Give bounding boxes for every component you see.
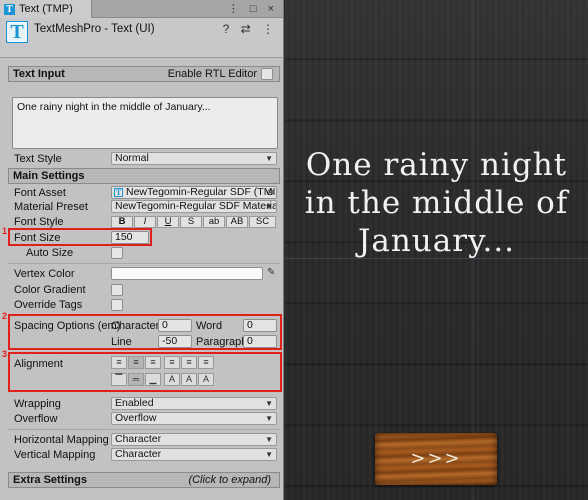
font-style-italic-button[interactable]: I	[134, 216, 156, 228]
align-top-icon[interactable]: ▔	[111, 373, 127, 386]
chevron-down-icon: ▼	[265, 399, 273, 408]
vertex-color-label: Vertex Color	[14, 268, 75, 280]
character-spacing-input[interactable]: 0	[158, 319, 192, 332]
annotation-number-3: 3	[2, 349, 8, 359]
align-center-icon[interactable]: ≡	[128, 356, 144, 369]
align-middle-icon[interactable]: ═	[128, 373, 144, 386]
font-size-input[interactable]: 150	[111, 231, 149, 244]
text-input-section-header[interactable]: Text Input Enable RTL Editor	[8, 66, 280, 82]
overflow-dropdown[interactable]: Overflow ▼	[111, 412, 277, 425]
vertical-mapping-label: Vertical Mapping	[14, 449, 96, 461]
align-capline-icon[interactable]: A	[198, 373, 214, 386]
font-style-label: Font Style	[14, 216, 64, 228]
inspector-tab[interactable]: T Text (TMP)	[0, 0, 92, 18]
component-title[interactable]: TextMeshPro - Text (UI)	[34, 23, 155, 35]
rtl-editor-checkbox[interactable]	[261, 68, 273, 80]
font-style-bold-button[interactable]: B	[111, 216, 133, 228]
color-gradient-checkbox[interactable]	[111, 284, 123, 296]
component-header: T TextMeshPro - Text (UI) ? ⇄ ⋮	[0, 18, 283, 58]
align-right-icon[interactable]: ≡	[145, 356, 161, 369]
auto-size-label: Auto Size	[26, 247, 74, 259]
overflow-label: Overflow	[14, 413, 58, 425]
font-style-uppercase-button[interactable]: AB	[226, 216, 248, 228]
window-menu-icons[interactable]: ⋮ □ ×	[228, 2, 278, 15]
font-size-label: Font Size	[14, 232, 61, 244]
align-left-icon[interactable]: ≡	[111, 356, 127, 369]
main-settings-section-header[interactable]: Main Settings	[8, 168, 280, 184]
align-flush-icon[interactable]: ≡	[181, 356, 197, 369]
extra-settings-header: Extra Settings	[13, 474, 87, 486]
font-asset-icon: T	[114, 188, 123, 197]
game-view: One rainy night in the middle of January…	[285, 0, 588, 500]
wrapping-value: Enabled	[115, 397, 154, 409]
text-style-label: Text Style	[14, 153, 62, 165]
game-story-text: One rainy night in the middle of January…	[304, 147, 569, 259]
chevron-down-icon: ▼	[265, 154, 273, 163]
align-baseline-icon[interactable]: A	[164, 373, 180, 386]
auto-size-checkbox[interactable]	[111, 247, 123, 259]
font-style-smallcaps-button[interactable]: SC	[249, 216, 276, 228]
extra-settings-section-header[interactable]: Extra Settings (Click to expand)	[8, 472, 280, 488]
spacing-options-label: Spacing Options (em)	[14, 320, 121, 332]
material-preset-label: Material Preset	[14, 201, 88, 213]
override-tags-checkbox[interactable]	[111, 299, 123, 311]
line-spacing-label: Line	[111, 336, 132, 348]
vertex-color-swatch[interactable]	[111, 267, 263, 280]
font-style-lowercase-button[interactable]: ab	[203, 216, 225, 228]
rtl-editor-label: Enable RTL Editor	[167, 68, 257, 80]
chevron-down-icon: ▼	[265, 450, 273, 459]
object-picker-icon[interactable]: ⊙	[266, 187, 274, 198]
component-tools-icons[interactable]: ? ⇄ ⋮	[223, 22, 278, 36]
material-preset-dropdown[interactable]: NewTegomin-Regular SDF Material ▼	[111, 200, 277, 213]
chevron-down-icon: ▼	[265, 414, 273, 423]
divider	[8, 263, 280, 264]
overflow-value: Overflow	[115, 412, 157, 424]
font-style-strikethrough-button[interactable]: S	[180, 216, 202, 228]
inspector-panel: T Text (TMP) ⋮ □ × T TextMeshPro - Text …	[0, 0, 284, 500]
textmeshpro-icon: T	[6, 21, 28, 43]
font-style-underline-button[interactable]: U	[157, 216, 179, 228]
material-preset-value: NewTegomin-Regular SDF Material	[115, 200, 277, 212]
vertical-mapping-value: Character	[115, 448, 162, 460]
window-tab-bar: T Text (TMP) ⋮ □ ×	[0, 0, 283, 18]
color-gradient-label: Color Gradient	[14, 284, 86, 296]
font-asset-value: NewTegomin-Regular SDF (TMI	[126, 186, 276, 198]
annotation-number-2: 2	[2, 311, 8, 321]
horizontal-mapping-value: Character	[115, 433, 162, 445]
character-spacing-label: Character	[111, 320, 160, 332]
extra-settings-hint: (Click to expand)	[188, 474, 271, 486]
word-spacing-input[interactable]: 0	[243, 319, 277, 332]
word-spacing-label: Word	[196, 320, 223, 332]
annotation-number-1: 1	[2, 226, 8, 236]
wrapping-label: Wrapping	[14, 398, 61, 410]
align-bottom-icon[interactable]: ▁	[145, 373, 161, 386]
vertical-mapping-dropdown[interactable]: Character ▼	[111, 448, 277, 461]
align-justified-icon[interactable]: ≡	[164, 356, 180, 369]
font-asset-field[interactable]: T NewTegomin-Regular SDF (TMI ⊙	[111, 186, 277, 199]
line-spacing-input[interactable]: -50	[158, 335, 192, 348]
align-geometry-center-icon[interactable]: ≡	[198, 356, 214, 369]
paragraph-spacing-input[interactable]: 0	[243, 335, 277, 348]
eyedropper-icon[interactable]: ✎	[267, 267, 275, 278]
textmeshpro-icon: T	[4, 3, 15, 15]
font-asset-label: Font Asset	[14, 187, 66, 199]
chevron-down-icon: ▼	[265, 435, 273, 444]
wrapping-dropdown[interactable]: Enabled ▼	[111, 397, 277, 410]
horizontal-mapping-label: Horizontal Mapping	[14, 434, 109, 446]
align-midline-icon[interactable]: A	[181, 373, 197, 386]
alignment-label: Alignment	[14, 358, 63, 370]
next-button[interactable]: >>>	[375, 433, 497, 485]
override-tags-label: Override Tags	[14, 299, 83, 311]
text-input-header: Text Input	[13, 68, 65, 80]
horizontal-mapping-dropdown[interactable]: Character ▼	[111, 433, 277, 446]
main-settings-header: Main Settings	[13, 170, 85, 182]
tab-title: Text (TMP)	[19, 3, 73, 15]
chevron-down-icon: ▼	[265, 202, 273, 211]
text-style-dropdown[interactable]: Normal ▼	[111, 152, 277, 165]
divider	[8, 429, 280, 430]
text-input-area[interactable]: One rainy night in the middle of January…	[12, 97, 278, 149]
text-style-value: Normal	[115, 152, 149, 164]
paragraph-spacing-label: Paragraph	[196, 336, 248, 348]
